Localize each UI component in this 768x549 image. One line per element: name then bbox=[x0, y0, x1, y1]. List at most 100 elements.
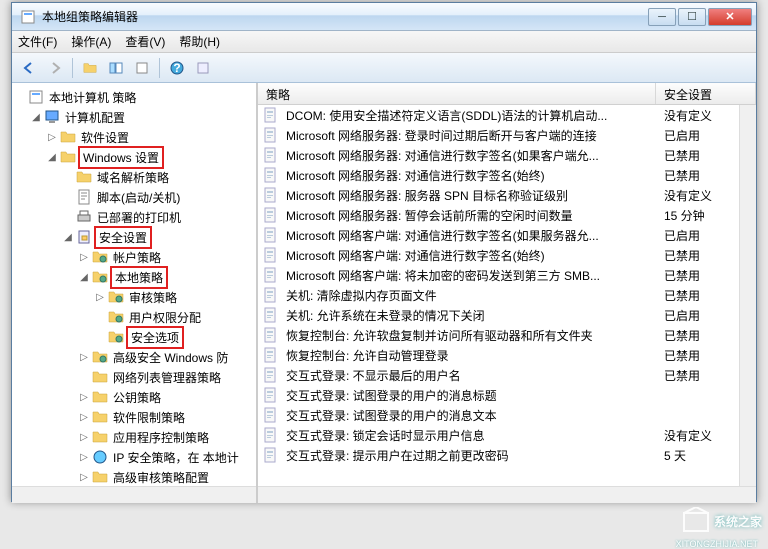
tree-item-label: 应用程序控制策略 bbox=[110, 428, 212, 447]
tree-item[interactable]: ◢安全设置 bbox=[14, 227, 254, 247]
column-setting[interactable]: 安全设置 bbox=[656, 83, 756, 104]
back-button[interactable] bbox=[18, 57, 40, 79]
tree-item[interactable]: ◢本地策略 bbox=[14, 267, 254, 287]
tree-item[interactable]: ▷软件限制策略 bbox=[14, 407, 254, 427]
policy-row[interactable]: 关机: 清除虚拟内存页面文件已禁用 bbox=[258, 285, 756, 305]
policy-row[interactable]: 交互式登录: 提示用户在过期之前更改密码5 天 bbox=[258, 445, 756, 465]
menu-help[interactable]: 帮助(H) bbox=[179, 33, 220, 50]
expand-icon[interactable]: ◢ bbox=[46, 152, 58, 163]
security-icon bbox=[76, 229, 92, 245]
help-button[interactable]: ? bbox=[166, 57, 188, 79]
policy-row[interactable]: 交互式登录: 不显示最后的用户名已禁用 bbox=[258, 365, 756, 385]
tree-item[interactable]: ▷ 帐户策略 bbox=[14, 247, 254, 267]
folder-icon bbox=[60, 149, 76, 165]
tree-item[interactable]: ▷已部署的打印机 bbox=[14, 207, 254, 227]
export-button[interactable] bbox=[131, 57, 153, 79]
folder-icon bbox=[60, 129, 76, 145]
expand-icon[interactable]: ▷ bbox=[78, 352, 90, 363]
policy-row[interactable]: 交互式登录: 试图登录的用户的消息标题 bbox=[258, 385, 756, 405]
tree-item[interactable]: ▷网络列表管理器策略 bbox=[14, 367, 254, 387]
expand-icon[interactable]: ▷ bbox=[94, 292, 106, 303]
printer-icon bbox=[76, 209, 92, 225]
svg-text:?: ? bbox=[173, 61, 180, 75]
up-button[interactable] bbox=[79, 57, 101, 79]
menu-view[interactable]: 查看(V) bbox=[125, 33, 165, 50]
close-button[interactable]: ✕ bbox=[708, 8, 752, 26]
policy-row[interactable]: 交互式登录: 锁定会话时显示用户信息没有定义 bbox=[258, 425, 756, 445]
titlebar[interactable]: 本地组策略编辑器 ─ ☐ ✕ bbox=[12, 3, 756, 31]
list-scrollbar-h[interactable] bbox=[258, 486, 756, 503]
policy-row[interactable]: Microsoft 网络服务器: 暂停会话前所需的空闲时间数量15 分钟 bbox=[258, 205, 756, 225]
tree-item[interactable]: ◢Windows 设置 bbox=[14, 147, 254, 167]
policy-row[interactable]: Microsoft 网络服务器: 对通信进行数字签名(如果客户端允...已禁用 bbox=[258, 145, 756, 165]
tree-pane[interactable]: ▷本地计算机 策略◢计算机配置▷软件设置◢Windows 设置▷域名解析策略▷脚… bbox=[12, 83, 258, 503]
policy-icon bbox=[262, 287, 278, 303]
expand-icon[interactable]: ◢ bbox=[62, 232, 74, 243]
policy-row[interactable]: Microsoft 网络客户端: 对通信进行数字签名(如果服务器允...已启用 bbox=[258, 225, 756, 245]
properties-button[interactable] bbox=[192, 57, 214, 79]
expand-icon[interactable]: ▷ bbox=[78, 412, 90, 423]
tree-item[interactable]: ▷安全选项 bbox=[14, 327, 254, 347]
tree-item-label: 帐户策略 bbox=[110, 248, 164, 267]
policy-row[interactable]: Microsoft 网络客户端: 将未加密的密码发送到第三方 SMB...已禁用 bbox=[258, 265, 756, 285]
policy-row[interactable]: DCOM: 使用安全描述符定义语言(SDDL)语法的计算机启动...没有定义 bbox=[258, 105, 756, 125]
tree-item-label: 高级安全 Windows 防 bbox=[110, 348, 231, 367]
column-policy[interactable]: 策略 bbox=[258, 83, 656, 104]
main-window: 本地组策略编辑器 ─ ☐ ✕ 文件(F) 操作(A) 查看(V) 帮助(H) ?… bbox=[11, 2, 757, 502]
policy-row[interactable]: Microsoft 网络服务器: 对通信进行数字签名(始终)已禁用 bbox=[258, 165, 756, 185]
expand-icon[interactable]: ▷ bbox=[78, 392, 90, 403]
tree-item[interactable]: ▷域名解析策略 bbox=[14, 167, 254, 187]
forward-button[interactable] bbox=[44, 57, 66, 79]
expand-icon[interactable]: ▷ bbox=[78, 452, 90, 463]
policy-icon bbox=[262, 367, 278, 383]
tree-item[interactable]: ▷ 应用程序控制策略 bbox=[14, 427, 254, 447]
tree-item-label: 域名解析策略 bbox=[94, 168, 172, 187]
policy-row[interactable]: 恢复控制台: 允许软盘复制并访问所有驱动器和所有文件夹已禁用 bbox=[258, 325, 756, 345]
tree-item[interactable]: ▷ 高级安全 Windows 防 bbox=[14, 347, 254, 367]
expand-icon[interactable]: ▷ bbox=[46, 132, 58, 143]
tree-item[interactable]: ▷审核策略 bbox=[14, 287, 254, 307]
expand-icon[interactable]: ◢ bbox=[30, 112, 42, 123]
policy-row[interactable]: 恢复控制台: 允许自动管理登录已禁用 bbox=[258, 345, 756, 365]
show-hide-tree-button[interactable] bbox=[105, 57, 127, 79]
folder-icon bbox=[92, 369, 108, 385]
policy-icon bbox=[262, 187, 278, 203]
tree-scrollbar-h[interactable] bbox=[12, 486, 256, 503]
tree-root[interactable]: ▷本地计算机 策略 bbox=[14, 87, 254, 107]
list-pane[interactable]: 策略 安全设置 DCOM: 使用安全描述符定义语言(SDDL)语法的计算机启动.… bbox=[258, 83, 756, 503]
menu-file[interactable]: 文件(F) bbox=[18, 33, 57, 50]
tree-item[interactable]: ▷用户权限分配 bbox=[14, 307, 254, 327]
policy-name: DCOM: 使用安全描述符定义语言(SDDL)语法的计算机启动... bbox=[278, 106, 656, 125]
menu-action[interactable]: 操作(A) bbox=[71, 33, 111, 50]
maximize-button[interactable]: ☐ bbox=[678, 8, 706, 26]
expand-icon[interactable]: ▷ bbox=[78, 432, 90, 443]
tree-item[interactable]: ▷公钥策略 bbox=[14, 387, 254, 407]
tree-item-label: 脚本(启动/关机) bbox=[94, 188, 183, 207]
list-scrollbar-v[interactable] bbox=[739, 105, 756, 486]
policy-icon bbox=[262, 347, 278, 363]
tree-item[interactable]: ▷高级审核策略配置 bbox=[14, 467, 254, 487]
minimize-button[interactable]: ─ bbox=[648, 8, 676, 26]
policy-name: 恢复控制台: 允许软盘复制并访问所有驱动器和所有文件夹 bbox=[278, 326, 656, 345]
policy-name: Microsoft 网络服务器: 对通信进行数字签名(如果客户端允... bbox=[278, 146, 656, 165]
tree-item[interactable]: ▷软件设置 bbox=[14, 127, 254, 147]
policy-row[interactable]: Microsoft 网络客户端: 对通信进行数字签名(始终)已禁用 bbox=[258, 245, 756, 265]
menubar: 文件(F) 操作(A) 查看(V) 帮助(H) bbox=[12, 31, 756, 53]
policy-icon bbox=[262, 427, 278, 443]
policy-row[interactable]: Microsoft 网络服务器: 服务器 SPN 目标名称验证级别没有定义 bbox=[258, 185, 756, 205]
policy-row[interactable]: 关机: 允许系统在未登录的情况下关闭已启用 bbox=[258, 305, 756, 325]
tree-item-label: 网络列表管理器策略 bbox=[110, 368, 224, 387]
policy-row[interactable]: Microsoft 网络服务器: 登录时间过期后断开与客户端的连接已启用 bbox=[258, 125, 756, 145]
list-header: 策略 安全设置 bbox=[258, 83, 756, 105]
expand-icon[interactable]: ▷ bbox=[78, 472, 90, 483]
tree-item[interactable]: ▷脚本(启动/关机) bbox=[14, 187, 254, 207]
policy-icon bbox=[262, 387, 278, 403]
tree-item[interactable]: ◢计算机配置 bbox=[14, 107, 254, 127]
policy-row[interactable]: 交互式登录: 试图登录的用户的消息文本 bbox=[258, 405, 756, 425]
tree-item[interactable]: ▷IP 安全策略，在 本地计 bbox=[14, 447, 254, 467]
computer-icon bbox=[44, 109, 60, 125]
expand-icon[interactable]: ▷ bbox=[78, 252, 90, 263]
folder-s-icon bbox=[92, 249, 108, 265]
policy-name: 交互式登录: 试图登录的用户的消息文本 bbox=[278, 406, 656, 425]
expand-icon[interactable]: ◢ bbox=[78, 272, 90, 283]
